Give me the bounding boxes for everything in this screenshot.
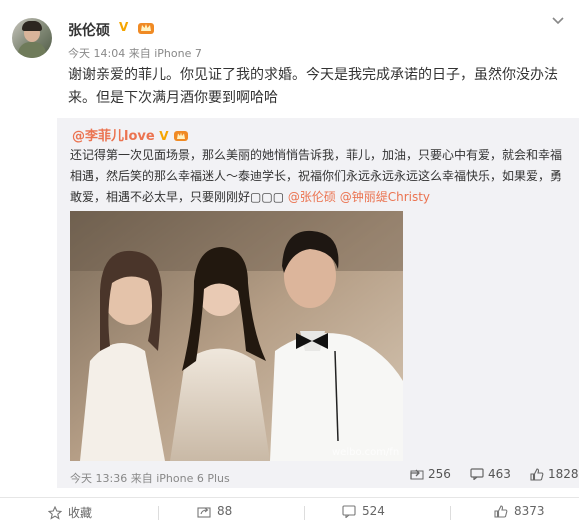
vip-crown-icon — [137, 20, 155, 35]
thumbs-up-icon — [530, 467, 544, 481]
post-meta: 今天 14:04 来自 iPhone 7 — [68, 45, 202, 61]
repost-button[interactable]: 88 — [197, 504, 232, 518]
repost-source-prefix: 来自 — [130, 472, 153, 485]
repost-vip-icon — [173, 129, 189, 142]
repost-comment-action[interactable]: 463 — [470, 467, 511, 481]
repost-time[interactable]: 今天 13:36 — [70, 472, 127, 485]
mention-link[interactable]: @钟丽缇Christy — [340, 190, 430, 204]
repost-author-line: @李菲儿love V — [72, 125, 189, 144]
chevron-down-icon[interactable] — [552, 16, 564, 26]
share-icon — [197, 505, 211, 518]
post-footer: 收藏 88 524 8373 — [0, 497, 579, 526]
source-prefix: 来自 — [128, 47, 151, 60]
repost-share-action[interactable]: 256 — [410, 467, 451, 481]
repost-share-count: 256 — [428, 467, 451, 481]
post-time[interactable]: 今天 14:04 — [68, 47, 125, 60]
photo-watermark: weibo.com/fn — [332, 447, 399, 458]
emoji-placeholders: ▢▢▢ — [250, 190, 285, 204]
author-name[interactable]: 张伦硕 — [68, 20, 110, 40]
comment-icon — [342, 504, 356, 518]
divider — [450, 506, 451, 520]
collect-button[interactable]: 收藏 — [48, 504, 92, 521]
repost-author[interactable]: @李菲儿love — [72, 129, 155, 144]
post-text: 谢谢亲爱的菲儿。你见证了我的求婚。今天是我完成承诺的日子，虽然你没办法来。但是下… — [68, 67, 558, 106]
repost-meta: 今天 13:36 来自 iPhone 6 Plus — [70, 470, 230, 486]
author-avatar[interactable] — [12, 18, 52, 58]
like-count: 8373 — [514, 504, 545, 518]
divider — [304, 506, 305, 520]
comment-count: 524 — [362, 504, 385, 518]
comment-icon — [470, 468, 484, 480]
repost-box: @李菲儿love V 还记得第一次见面场景，那么美丽的她悄悄告诉我，菲儿，加油，… — [57, 118, 579, 488]
repost-verified-icon: V — [159, 129, 169, 143]
post-source[interactable]: iPhone 7 — [154, 47, 202, 60]
verified-badge-icon: V — [119, 20, 129, 34]
repost-like-count: 18280 — [548, 467, 579, 481]
share-icon — [410, 468, 424, 480]
star-icon — [48, 505, 62, 520]
repost-count: 88 — [217, 504, 233, 518]
collect-label: 收藏 — [68, 506, 93, 520]
repost-like-action[interactable]: 18280 — [530, 467, 579, 481]
mention-link[interactable]: @张伦硕 — [288, 190, 336, 204]
repost-photo[interactable]: weibo.com/fn — [70, 211, 403, 461]
comment-button[interactable]: 524 — [342, 504, 385, 518]
divider — [158, 506, 159, 520]
thumbs-up-icon — [494, 504, 508, 518]
weibo-post: 张伦硕 V 今天 14:04 来自 iPhone 7 谢谢亲爱的菲儿。你见证了我… — [0, 0, 579, 525]
repost-comment-count: 463 — [488, 467, 511, 481]
like-button[interactable]: 8373 — [494, 504, 545, 518]
repost-source[interactable]: iPhone 6 Plus — [156, 472, 230, 485]
repost-text: 还记得第一次见面场景，那么美丽的她悄悄告诉我，菲儿，加油，只要心中有爱，就会和幸… — [70, 145, 566, 208]
